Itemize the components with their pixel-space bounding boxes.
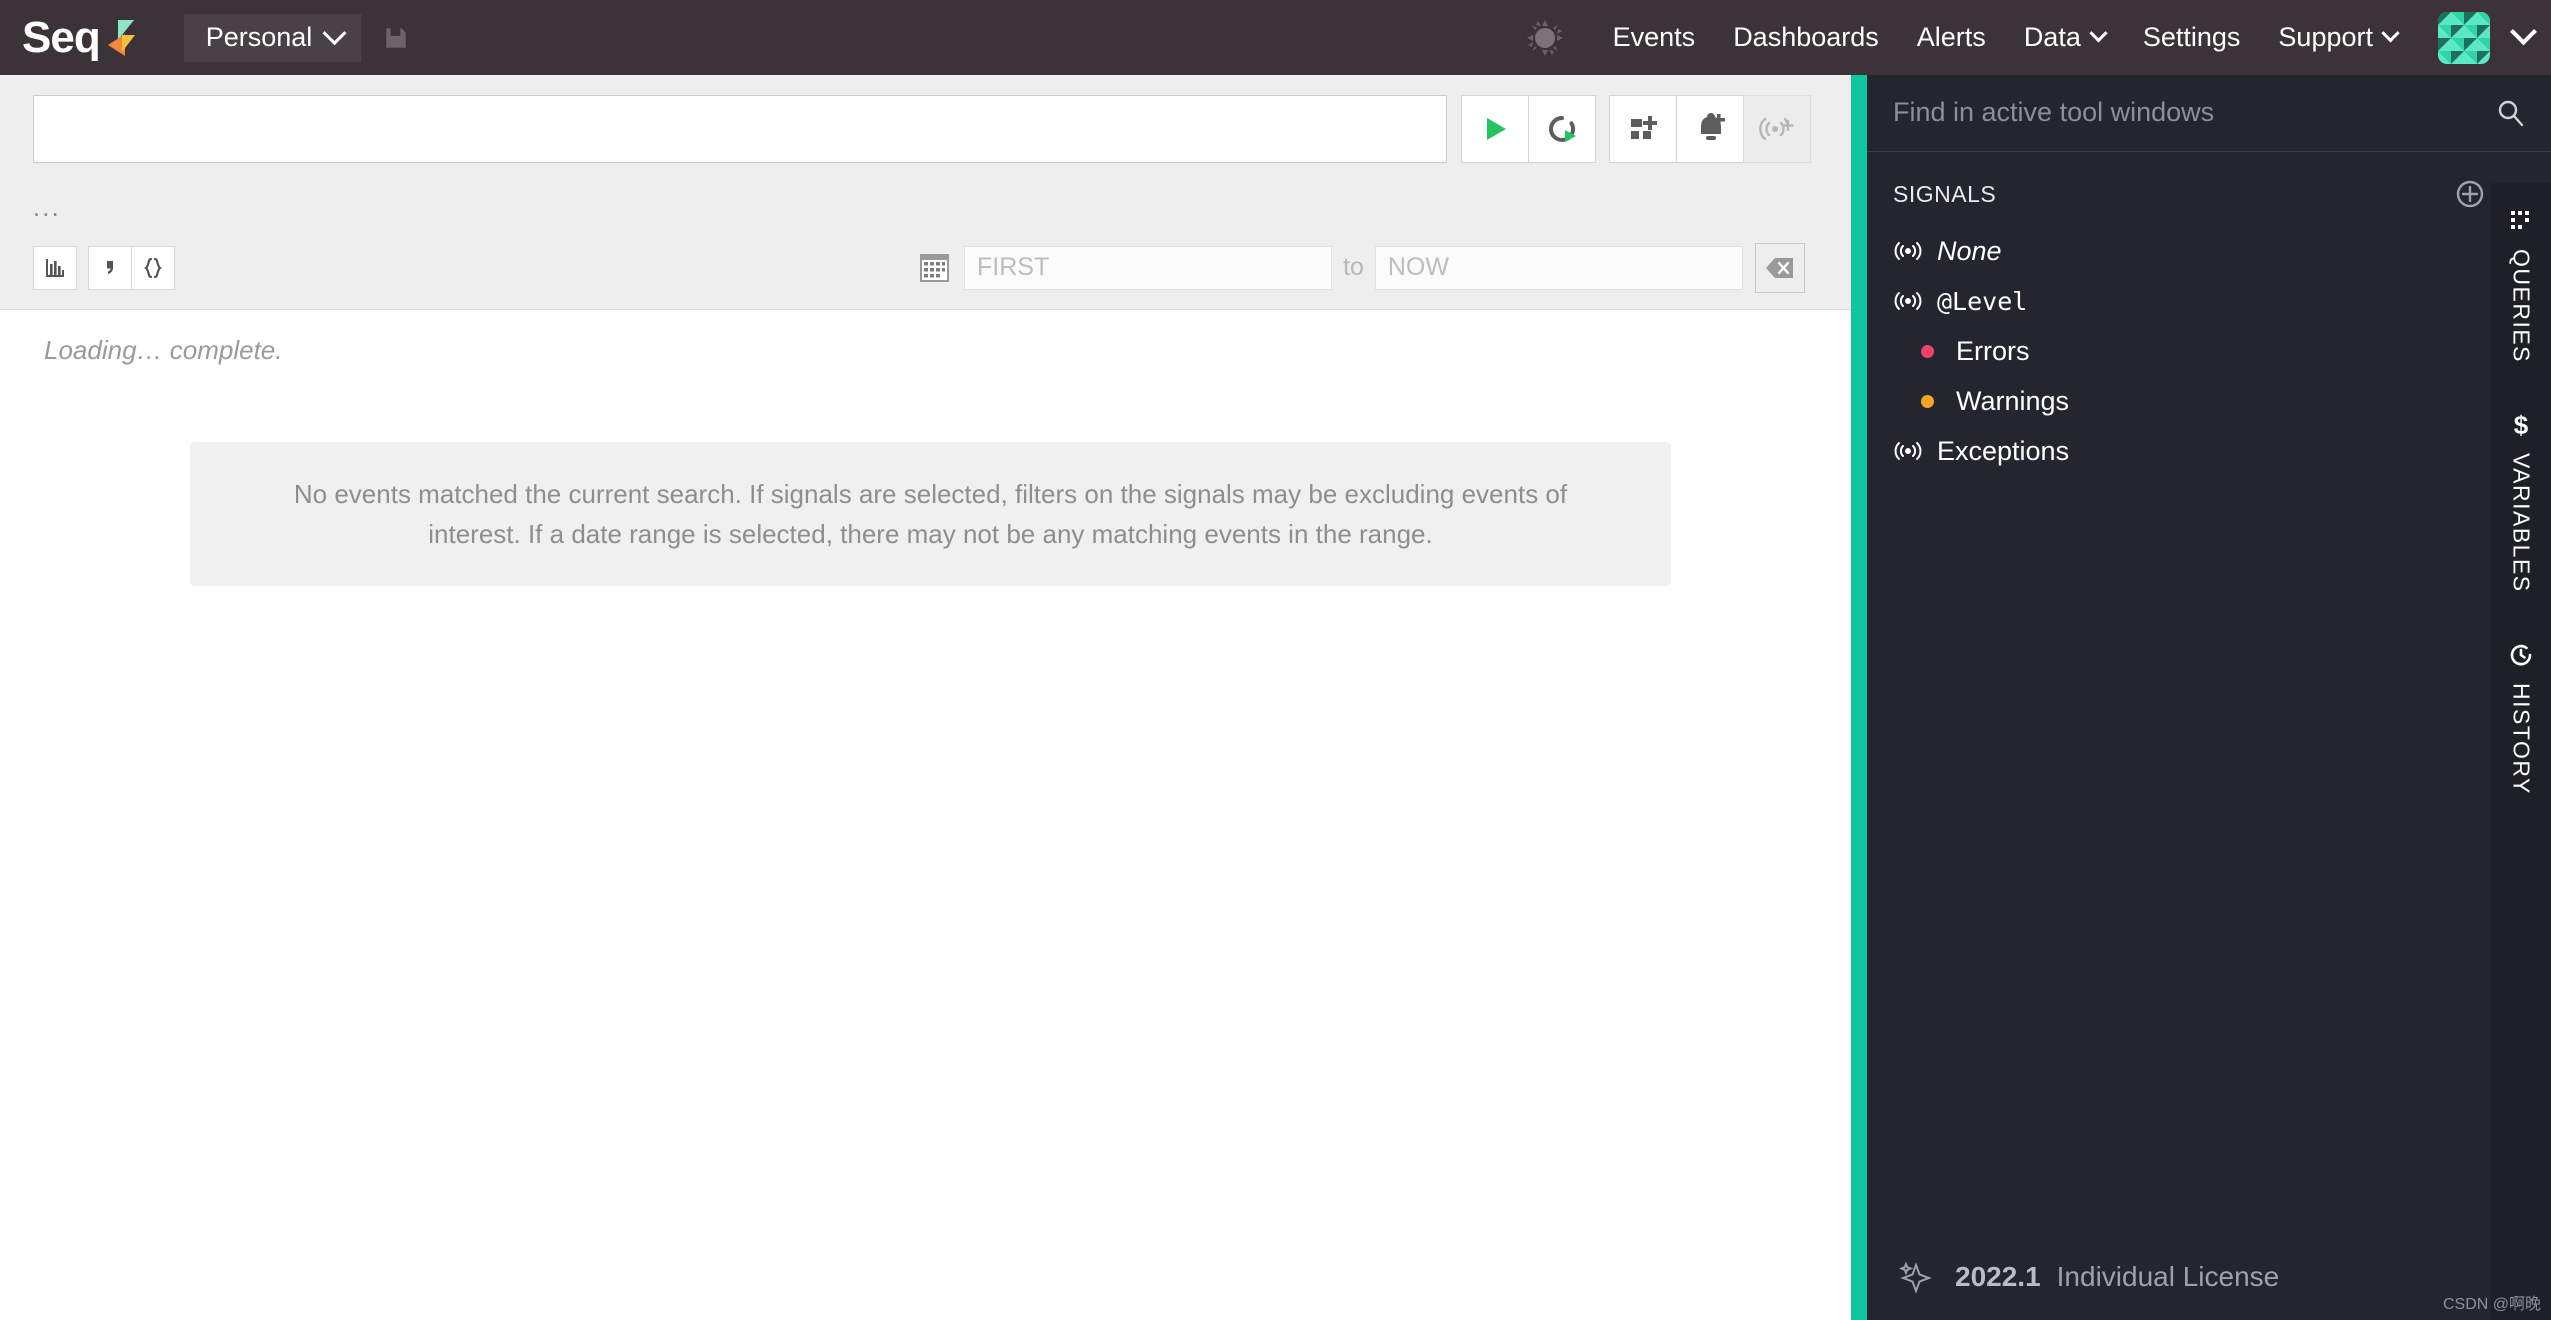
tool-window-rail: QUERIES $ VARIABLES HISTORY (2491, 183, 2551, 1320)
brand-name: Seq (22, 12, 101, 62)
tool-windows-panel: SIGNALS None (1867, 75, 2551, 1320)
brand-logo[interactable]: Seq (22, 12, 136, 62)
sparkle-icon (1897, 1259, 1933, 1295)
search-icon[interactable] (2495, 98, 2525, 128)
empty-results-message: No events matched the current search. If… (190, 442, 1671, 586)
signal-item-warnings[interactable]: Warnings (1867, 376, 2551, 426)
seq-logo-mark-icon (107, 19, 136, 56)
nav-item-label: Dashboards (1733, 22, 1879, 52)
user-avatar[interactable] (2438, 11, 2490, 64)
query-toolbar (0, 75, 1851, 188)
rail-tab-history[interactable]: HISTORY (2507, 641, 2535, 795)
clear-date-range-button[interactable] (1754, 242, 1805, 293)
json-export-button[interactable] (131, 245, 175, 290)
signal-label: Warnings (1956, 385, 2070, 416)
signals-section-header: SIGNALS (1867, 152, 2551, 226)
view-mode-buttons (33, 245, 175, 290)
signal-label: None (1937, 235, 2002, 266)
find-input[interactable] (1893, 97, 2495, 128)
seq-app-window: Seq Personal Events Dashboards Alerts Da… (0, 0, 2551, 1320)
nav-item-label: Support (2278, 22, 2373, 52)
rail-tab-queries[interactable]: QUERIES (2507, 207, 2535, 363)
signal-item-exceptions[interactable]: Exceptions (1867, 426, 2551, 476)
nav-item-label: Events (1612, 22, 1696, 52)
plus-circle-icon[interactable] (2454, 178, 2486, 210)
signal-item-errors[interactable]: Errors (1867, 326, 2551, 376)
queries-dots-icon (2507, 207, 2535, 235)
csv-export-button[interactable] (88, 245, 132, 290)
date-range-picker: to (918, 242, 1805, 293)
dollar-variables-icon: $ (2507, 410, 2535, 440)
signal-label: Errors (1956, 335, 2030, 366)
date-range-to-label: to (1343, 253, 1364, 281)
license-label: Individual License (2056, 1261, 2280, 1292)
nav-item-label: Alerts (1916, 22, 1986, 52)
empty-results-text: No events matched the current search. If… (293, 479, 1568, 549)
nav-item-label: Data (2023, 22, 2081, 52)
nav-item-data[interactable]: Data (2023, 22, 2108, 53)
auto-refresh-button[interactable] (1528, 95, 1596, 163)
account-menu-chevron-down-icon[interactable] (2510, 18, 2537, 46)
nav-item-dashboards[interactable]: Dashboards (1733, 22, 1879, 53)
error-level-dot-icon (1921, 344, 1934, 358)
query-hint-row: ... (0, 188, 1851, 226)
query-input[interactable] (33, 95, 1447, 163)
find-row (1867, 75, 2551, 152)
nav-item-settings[interactable]: Settings (2143, 22, 2241, 53)
workspace-scope-label: Personal (205, 22, 313, 52)
signal-label: @Level (1937, 286, 2028, 316)
save-icon[interactable] (383, 25, 409, 51)
signal-item-level[interactable]: @Level (1867, 276, 2551, 326)
loading-status-text: Loading… complete. (44, 335, 283, 365)
panel-accent-strip (1851, 75, 1867, 1320)
query-action-buttons (1461, 95, 1811, 163)
run-query-button[interactable] (1461, 95, 1529, 163)
chevron-down-icon (2089, 24, 2108, 43)
panel-footer: 2022.1 Individual License (1867, 1234, 2491, 1320)
chevron-down-icon (2381, 24, 2400, 43)
rail-tab-label: VARIABLES (2508, 453, 2535, 593)
nav-item-label: Settings (2142, 22, 2241, 52)
nav-item-events[interactable]: Events (1613, 22, 1696, 53)
rail-tab-label: HISTORY (2508, 682, 2535, 795)
signal-icon (1893, 440, 1923, 462)
calendar-icon[interactable] (918, 251, 951, 284)
query-ellipsis: ... (33, 192, 61, 222)
date-from-input[interactable] (964, 245, 1332, 290)
rail-tab-variables[interactable]: $ VARIABLES (2507, 410, 2535, 593)
nav-right-group: Events Dashboards Alerts Data Settings S… (1524, 11, 2537, 64)
rail-tab-label: QUERIES (2508, 249, 2535, 364)
top-navigation-bar: Seq Personal Events Dashboards Alerts Da… (0, 0, 2551, 75)
nav-item-alerts[interactable]: Alerts (1917, 22, 1986, 53)
chart-view-button[interactable] (33, 245, 77, 290)
workspace-scope-button[interactable]: Personal (183, 13, 362, 62)
signal-item-none[interactable]: None (1867, 226, 2551, 276)
signal-label: Exceptions (1937, 435, 2070, 466)
watermark: CSDN @啊晚 (2442, 1296, 2541, 1313)
signal-icon (1893, 290, 1923, 312)
svg-text:$: $ (2514, 411, 2529, 439)
signals-section-title: SIGNALS (1893, 180, 1997, 207)
create-signal-button (1743, 95, 1811, 163)
signal-icon (1893, 240, 1923, 262)
history-clock-icon (2507, 641, 2535, 669)
create-alert-button[interactable] (1676, 95, 1744, 163)
nav-item-support[interactable]: Support (2278, 22, 2400, 53)
add-to-dashboard-button[interactable] (1609, 95, 1677, 163)
version-label: 2022.1 (1955, 1261, 2041, 1292)
warning-level-dot-icon (1921, 394, 1934, 408)
main-content-area: ... FIRST to NOW Loading… complete. No e… (0, 75, 1851, 1320)
results-toolbar: to (0, 226, 1851, 310)
date-to-input[interactable] (1374, 245, 1743, 290)
chevron-down-icon (322, 21, 347, 46)
brightness-sun-icon[interactable] (1524, 17, 1566, 59)
